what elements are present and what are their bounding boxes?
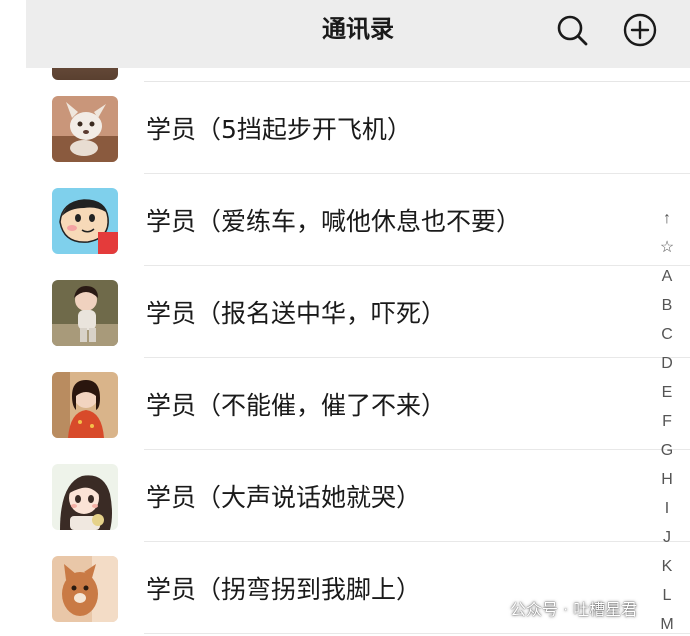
index-letter[interactable]: B xyxy=(662,291,673,320)
index-letter[interactable]: M xyxy=(660,610,673,636)
contact-list: 学员（5挡起步开飞机） 学员（爱练车，喊他休息也不要） 学员（报名送中华，吓死）… xyxy=(26,82,690,634)
contact-row[interactable]: 学员（大声说话她就哭） xyxy=(26,450,690,542)
contact-row[interactable]: 学员（报名送中华，吓死） xyxy=(26,266,690,358)
avatar xyxy=(52,280,118,346)
child-photo-avatar-icon xyxy=(52,280,118,346)
contact-row[interactable]: 学员（爱练车，喊他休息也不要） xyxy=(26,174,690,266)
contact-name: 学员（报名送中华，吓死） xyxy=(146,299,447,328)
top-bar: 通讯录 xyxy=(26,0,690,68)
alphabet-index-bar[interactable]: ↑ ☆ A B C D E F G H I J K L M xyxy=(656,204,678,636)
contact-name: 学员（大声说话她就哭） xyxy=(146,483,422,512)
index-star[interactable]: ☆ xyxy=(660,233,674,262)
watermark-text: 公众号 · 吐槽星君 xyxy=(510,600,638,619)
cartoon-boy-avatar-icon xyxy=(52,188,118,254)
contact-row[interactable]: 学员（5挡起步开飞机） xyxy=(26,82,690,174)
avatar xyxy=(52,68,118,80)
index-letter[interactable]: A xyxy=(662,262,673,291)
avatar xyxy=(52,556,118,622)
page-title: 通讯录 xyxy=(322,15,394,43)
cat-photo-avatar-icon xyxy=(52,556,118,622)
avatar xyxy=(52,372,118,438)
contact-name: 学员（爱练车，喊他休息也不要） xyxy=(146,207,522,236)
index-letter[interactable]: H xyxy=(661,465,673,494)
list-item-partial[interactable] xyxy=(26,68,690,82)
divider xyxy=(144,633,690,634)
dog-photo-avatar-icon xyxy=(52,96,118,162)
avatar xyxy=(52,188,118,254)
index-letter[interactable]: F xyxy=(662,407,672,436)
index-up-arrow[interactable]: ↑ xyxy=(663,204,671,233)
contact-name: 学员（拐弯拐到我脚上） xyxy=(146,575,422,604)
index-letter[interactable]: G xyxy=(661,436,673,465)
contact-name: 学员（不能催，催了不来） xyxy=(146,391,447,420)
avatar xyxy=(52,96,118,162)
watermark: 公众号 · 吐槽星君 xyxy=(484,594,637,622)
index-letter[interactable]: L xyxy=(663,581,672,610)
add-button[interactable] xyxy=(622,12,658,48)
index-letter[interactable]: D xyxy=(661,349,673,378)
index-letter[interactable]: J xyxy=(663,523,671,552)
index-letter[interactable]: C xyxy=(661,320,673,349)
contact-name: 学员（5挡起步开飞机） xyxy=(146,115,412,144)
wechat-official-account-icon xyxy=(484,598,504,618)
index-letter[interactable]: K xyxy=(662,552,673,581)
anime-girl-avatar-icon xyxy=(52,464,118,530)
contact-row[interactable]: 学员（不能催，催了不来） xyxy=(26,358,690,450)
search-icon xyxy=(557,15,588,46)
girl-photo-avatar-icon xyxy=(52,372,118,438)
add-circle-icon xyxy=(623,13,657,47)
search-button[interactable] xyxy=(554,12,590,48)
index-letter[interactable]: I xyxy=(665,494,669,523)
avatar xyxy=(52,464,118,530)
index-letter[interactable]: E xyxy=(662,378,673,407)
